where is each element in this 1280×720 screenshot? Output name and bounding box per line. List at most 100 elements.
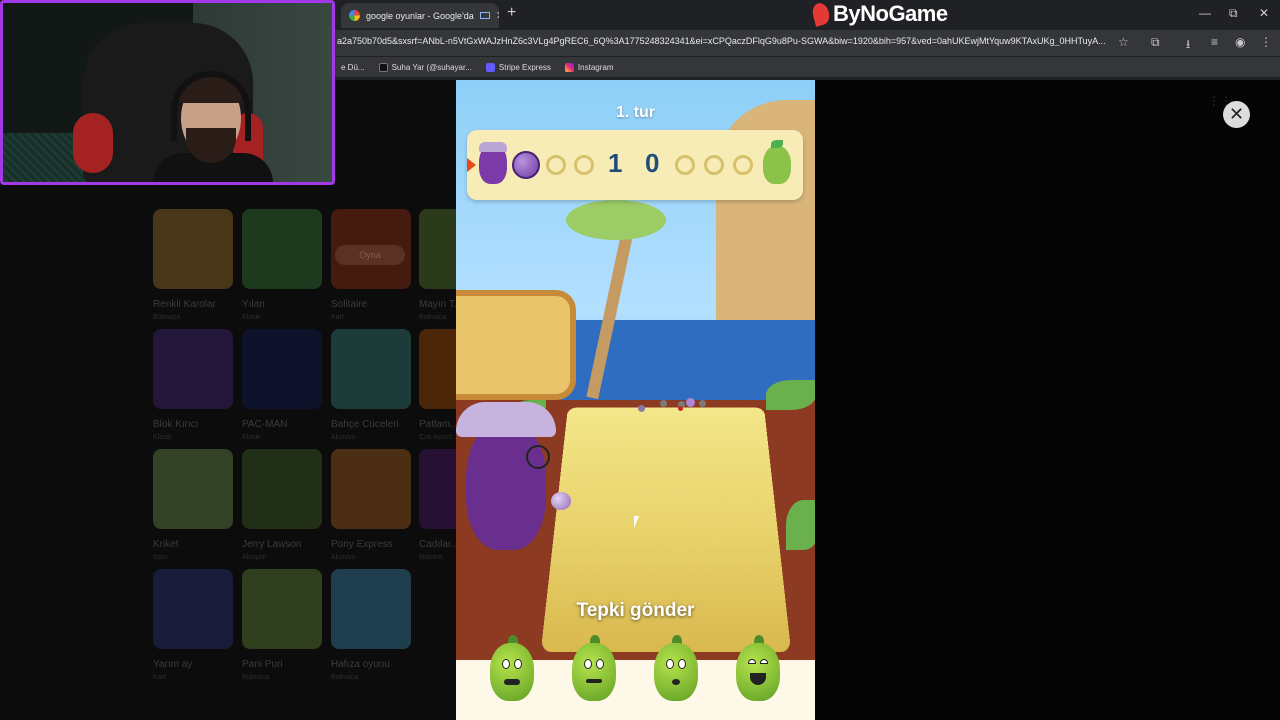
- game-thumbnail: [331, 449, 411, 529]
- download-icon[interactable]: ⭳: [1186, 35, 1190, 56]
- olive-eye: [584, 659, 592, 669]
- field-ball: [699, 400, 706, 407]
- target-ball: [678, 406, 683, 411]
- brand-name: ByNoGame: [833, 1, 948, 26]
- reaction-happy-button[interactable]: [734, 635, 782, 703]
- purple-player-hat: [456, 402, 556, 437]
- bynogame-logo: ByNoGame: [810, 0, 948, 28]
- game-card[interactable]: Kriket Spor: [153, 449, 235, 561]
- bookmark-item[interactable]: Instagram: [564, 62, 614, 72]
- game-card[interactable]: Jerry Lawson Aksiyon: [242, 449, 324, 561]
- chair-accent: [73, 113, 113, 173]
- media-playing-icon: [479, 12, 490, 19]
- game-name: Blok Kırıcı: [153, 419, 199, 430]
- held-ball: [551, 492, 571, 510]
- olive-eye: [748, 659, 756, 664]
- game-card[interactable]: Yılan Klasik: [242, 209, 324, 321]
- tab-close-icon[interactable]: ✕: [496, 9, 499, 22]
- game-name: PAC-MAN: [242, 419, 288, 430]
- game-category: Klasik: [242, 434, 261, 441]
- url-text[interactable]: a2a750b70d5&sxsrf=ANbL-n5VtGxWAJzHnZ6c3V…: [337, 36, 1112, 46]
- olive-angry-icon: [490, 643, 534, 701]
- bookmark-item[interactable]: e Dü...: [341, 63, 365, 72]
- purple-player: [466, 420, 546, 550]
- game-category: Bulmaca: [153, 314, 181, 321]
- reaction-angry-button[interactable]: [488, 635, 536, 703]
- olive-eye: [596, 659, 604, 669]
- menu-icon[interactable]: ⋮: [1260, 35, 1272, 49]
- ball-slot-empty: [546, 155, 566, 175]
- game-category: Aksiyon: [331, 434, 356, 441]
- bookmark-item[interactable]: Stripe Express: [485, 62, 551, 72]
- game-name: Kriket: [153, 539, 179, 550]
- field-ball: [638, 405, 645, 412]
- restore-button[interactable]: ⧉: [1229, 6, 1238, 21]
- game-thumbnail: [331, 209, 411, 289]
- game-name: Jerry Lawson: [242, 539, 302, 550]
- olive-sad-icon: [572, 643, 616, 701]
- olive-eye: [666, 659, 674, 669]
- window-close-button[interactable]: ✕: [1259, 6, 1269, 20]
- glasses-icon: [526, 445, 550, 469]
- olive-mouth: [586, 679, 602, 683]
- new-tab-button[interactable]: +: [507, 4, 516, 22]
- extensions-icon[interactable]: ⧉: [1151, 35, 1160, 50]
- profile-icon[interactable]: ◉: [1235, 35, 1245, 49]
- game-card[interactable]: Pony Express Aksiyon: [331, 449, 413, 561]
- game-thumbnail: [242, 569, 322, 649]
- reaction-sad-button[interactable]: [570, 635, 618, 703]
- reaction-title: Tepki gönder: [576, 600, 695, 621]
- game-card[interactable]: Solitaire Kart: [331, 209, 413, 321]
- game-area[interactable]: 1. tur 1 0 Tepki gönder: [456, 80, 815, 720]
- field-ball: [686, 398, 695, 407]
- close-game-button[interactable]: ✕: [1223, 101, 1250, 128]
- address-bar[interactable]: a2a750b70d5&sxsrf=ANbL-n5VtGxWAJzHnZ6c3V…: [335, 30, 1280, 56]
- game-card[interactable]: Pani Puri Bulmaca: [242, 569, 324, 681]
- instagram-icon: [564, 62, 574, 72]
- headset-icon: [171, 71, 251, 141]
- game-category: Spor: [153, 554, 168, 561]
- player-two-avatar: [763, 146, 791, 184]
- bookmarks-bar: e Dü... Suha Yar (@suhayar... Stripe Exp…: [335, 57, 1280, 77]
- game-thumbnail: [153, 449, 233, 529]
- game-card[interactable]: Bahçe Cüceleri Aksiyon: [331, 329, 413, 441]
- olive-mouth: [672, 679, 680, 685]
- game-card[interactable]: Blok Kırıcı Klasik: [153, 329, 235, 441]
- game-name: Renkli Karolar: [153, 299, 216, 310]
- olive-eye: [760, 659, 768, 664]
- tiktok-icon: [378, 62, 388, 72]
- game-card[interactable]: Renkli Karolar Bulmaca: [153, 209, 235, 321]
- minimize-button[interactable]: —: [1199, 6, 1211, 20]
- olive-surprised-icon: [654, 643, 698, 701]
- game-thumbnail: [153, 569, 233, 649]
- ball-slot-empty: [733, 155, 753, 175]
- game-name: Hafıza oyunu: [331, 659, 390, 670]
- olive-mouth: [504, 679, 520, 685]
- game-category: Bulmaca: [242, 674, 270, 681]
- webcam-overlay: [0, 0, 335, 185]
- game-card[interactable]: Hafıza oyunu Bulmaca: [331, 569, 413, 681]
- game-name: Solitaire: [331, 299, 368, 310]
- ball-slot-empty: [704, 155, 724, 175]
- leaf-decoration: [786, 500, 815, 550]
- tab-title: google oyunlar - Google'da: [366, 10, 474, 21]
- game-name: Pony Express: [331, 539, 393, 550]
- bookmark-star-icon[interactable]: ☆: [1118, 35, 1129, 49]
- game-thumbnail: [153, 209, 233, 289]
- mouse-cursor-icon: [634, 516, 639, 528]
- game-card[interactable]: PAC-MAN Klasik: [242, 329, 324, 441]
- game-card[interactable]: Yarım ay Kart: [153, 569, 235, 681]
- game-thumbnail: [153, 329, 233, 409]
- olive-happy-icon: [736, 643, 780, 701]
- turn-indicator-icon: [467, 158, 476, 172]
- ball-slot-filled: [512, 151, 540, 179]
- game-category: Aksiyon: [331, 554, 356, 561]
- game-thumbnail: [331, 569, 411, 649]
- bookmark-item[interactable]: Suha Yar (@suhayar...: [378, 62, 472, 72]
- media-control-icon[interactable]: ≡: [1211, 35, 1218, 49]
- reaction-surprised-button[interactable]: [652, 635, 700, 703]
- ball-slot-empty: [675, 155, 695, 175]
- game-category: Kart: [331, 314, 344, 321]
- game-name: Yarım ay: [153, 659, 193, 670]
- browser-tab[interactable]: google oyunlar - Google'da ✕: [341, 3, 499, 28]
